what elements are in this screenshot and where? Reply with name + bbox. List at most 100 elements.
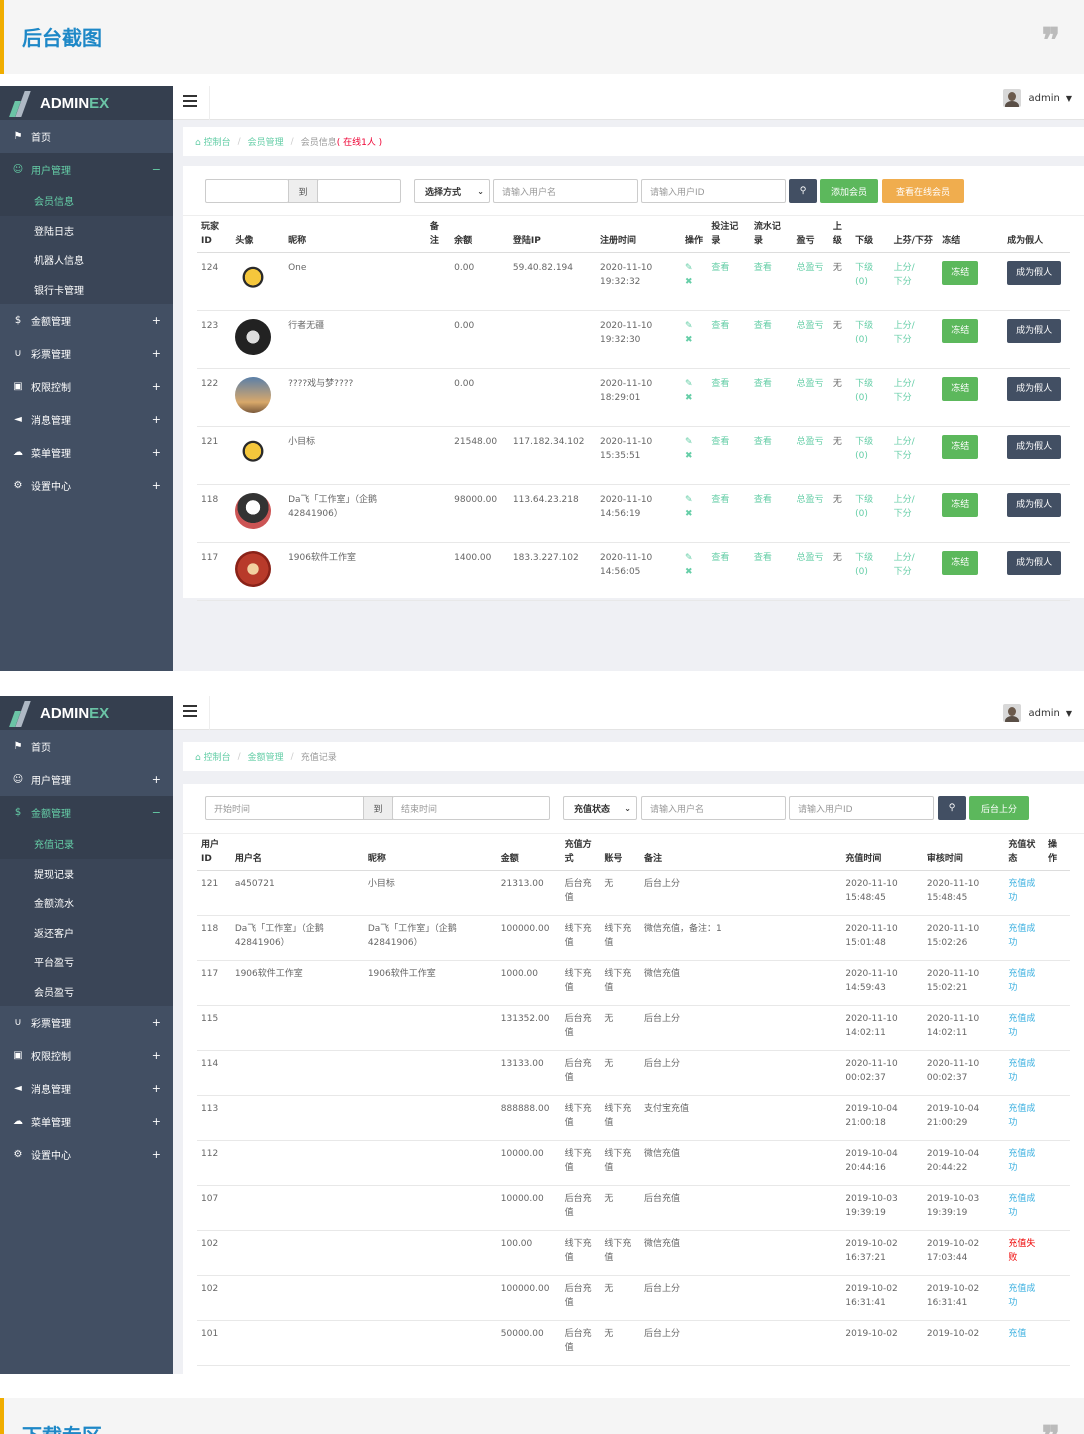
bet-record-link[interactable]: 查看	[707, 426, 750, 485]
sidebar-item[interactable]: 银行卡管理	[0, 274, 173, 304]
sidebar-item[interactable]: $ 金额管理 −	[0, 796, 173, 829]
flow-record-link[interactable]: 查看	[749, 252, 793, 311]
sidebar-item[interactable]: ∪ 彩票管理 +	[0, 337, 173, 370]
score-link[interactable]: 上分/下分	[889, 484, 939, 543]
sidebar-item[interactable]: 登陆日志	[0, 215, 173, 245]
edit-icon[interactable]: ✎	[685, 377, 703, 391]
sidebar-item[interactable]: ⚑ 首页	[0, 120, 173, 153]
sidebar-item[interactable]: 提现记录	[0, 858, 173, 888]
flow-record-link[interactable]: 查看	[749, 426, 793, 485]
bet-record-link[interactable]: 查看	[707, 252, 750, 311]
freeze-button[interactable]: 冻结	[942, 319, 979, 343]
sidebar-item[interactable]: ⚙ 设置中心 +	[0, 469, 173, 502]
end-date-input[interactable]: 结束时间	[392, 796, 550, 820]
topup-button[interactable]: 后台上分	[969, 796, 1029, 820]
edit-icon[interactable]: ✎	[685, 261, 703, 275]
sidebar-item[interactable]: ▣ 权限控制 +	[0, 370, 173, 403]
subordinate-link[interactable]: 下级 (0)	[851, 310, 890, 369]
add-member-button[interactable]: 添加会员	[820, 179, 878, 203]
score-link[interactable]: 上分/下分	[889, 542, 939, 601]
delete-icon[interactable]: ✖	[685, 449, 703, 463]
delete-icon[interactable]: ✖	[685, 391, 703, 405]
sidebar-item[interactable]: 会员盈亏	[0, 976, 173, 1006]
freeze-button[interactable]: 冻结	[942, 493, 979, 517]
profit-loss-link[interactable]: 总盈亏	[792, 368, 829, 427]
make-fake-button[interactable]: 成为假人	[1007, 435, 1062, 459]
view-online-button[interactable]: 查看在线会员	[882, 179, 964, 203]
sidebar-item[interactable]: ∪ 彩票管理 +	[0, 1006, 173, 1039]
score-link[interactable]: 上分/下分	[889, 368, 939, 427]
delete-icon[interactable]: ✖	[685, 275, 703, 289]
sidebar-item[interactable]: 金额流水	[0, 888, 173, 918]
userid-input[interactable]: 请输入用户ID	[641, 179, 786, 203]
breadcrumb-section[interactable]: 金额管理	[248, 750, 284, 763]
sidebar-item[interactable]: ☁ 菜单管理 +	[0, 1105, 173, 1138]
flow-record-link[interactable]: 查看	[749, 484, 793, 543]
userid-input[interactable]: 请输入用户ID	[789, 796, 934, 820]
delete-icon[interactable]: ✖	[685, 507, 703, 521]
make-fake-button[interactable]: 成为假人	[1007, 493, 1062, 517]
flow-record-link[interactable]: 查看	[749, 368, 793, 427]
status-select[interactable]: 充值状态 ⌄	[563, 796, 637, 820]
breadcrumb-home[interactable]: ⌂ 控制台	[195, 750, 231, 763]
make-fake-button[interactable]: 成为假人	[1007, 377, 1062, 401]
freeze-button[interactable]: 冻结	[942, 551, 979, 575]
profit-loss-link[interactable]: 总盈亏	[792, 426, 829, 485]
delete-icon[interactable]: ✖	[685, 333, 703, 347]
sidebar-item[interactable]: ◄ 消息管理 +	[0, 403, 173, 436]
edit-icon[interactable]: ✎	[685, 435, 703, 449]
delete-icon[interactable]: ✖	[685, 565, 703, 579]
username-input[interactable]: 请输入用户名	[493, 179, 638, 203]
logo[interactable]: ADMIN EX	[0, 696, 173, 730]
freeze-button[interactable]: 冻结	[942, 377, 979, 401]
subordinate-link[interactable]: 下级 (0)	[851, 484, 890, 543]
flow-record-link[interactable]: 查看	[749, 542, 793, 601]
sidebar-item[interactable]: 机器人信息	[0, 245, 173, 275]
profit-loss-link[interactable]: 总盈亏	[792, 310, 829, 369]
breadcrumb-home[interactable]: ⌂ 控制台	[195, 135, 231, 148]
search-button[interactable]: ⚲	[938, 796, 966, 820]
start-input[interactable]	[205, 179, 289, 203]
bet-record-link[interactable]: 查看	[707, 310, 750, 369]
freeze-button[interactable]: 冻结	[942, 261, 979, 285]
username-input[interactable]: 请输入用户名	[641, 796, 786, 820]
mode-select[interactable]: 选择方式 ⌄	[414, 179, 490, 203]
bet-record-link[interactable]: 查看	[707, 542, 750, 601]
user-menu[interactable]: admin ▼	[1002, 89, 1072, 107]
search-button[interactable]: ⚲	[789, 179, 817, 203]
profit-loss-link[interactable]: 总盈亏	[792, 252, 829, 311]
sidebar-item[interactable]: ◄ 消息管理 +	[0, 1072, 173, 1105]
sidebar-item[interactable]: 平台盈亏	[0, 947, 173, 977]
menu-toggle-icon[interactable]	[183, 705, 197, 717]
subordinate-link[interactable]: 下级 (0)	[851, 252, 890, 311]
bet-record-link[interactable]: 查看	[707, 368, 750, 427]
logo[interactable]: ADMIN EX	[0, 86, 173, 120]
make-fake-button[interactable]: 成为假人	[1007, 261, 1062, 285]
sidebar-item[interactable]: $ 金额管理 +	[0, 304, 173, 337]
edit-icon[interactable]: ✎	[685, 551, 703, 565]
sidebar-item[interactable]: ☺ 用户管理 −	[0, 153, 173, 186]
sidebar-item[interactable]: ⚙ 设置中心 +	[0, 1138, 173, 1171]
make-fake-button[interactable]: 成为假人	[1007, 319, 1062, 343]
bet-record-link[interactable]: 查看	[707, 484, 750, 543]
start-date-input[interactable]: 开始时间	[205, 796, 365, 820]
sidebar-item[interactable]: 会员信息	[0, 186, 173, 216]
score-link[interactable]: 上分/下分	[889, 310, 939, 369]
menu-toggle-icon[interactable]	[183, 95, 197, 107]
sidebar-item[interactable]: 充值记录	[0, 829, 173, 859]
edit-icon[interactable]: ✎	[685, 493, 703, 507]
subordinate-link[interactable]: 下级 (0)	[851, 542, 890, 601]
sidebar-item[interactable]: ▣ 权限控制 +	[0, 1039, 173, 1072]
profit-loss-link[interactable]: 总盈亏	[792, 484, 829, 543]
sidebar-item[interactable]: 返还客户	[0, 917, 173, 947]
edit-icon[interactable]: ✎	[685, 319, 703, 333]
make-fake-button[interactable]: 成为假人	[1007, 551, 1062, 575]
score-link[interactable]: 上分/下分	[889, 426, 939, 485]
sidebar-item[interactable]: ⚑ 首页	[0, 730, 173, 763]
subordinate-link[interactable]: 下级 (0)	[851, 426, 890, 485]
breadcrumb-section[interactable]: 会员管理	[248, 135, 284, 148]
freeze-button[interactable]: 冻结	[942, 435, 979, 459]
profit-loss-link[interactable]: 总盈亏	[792, 542, 829, 601]
end-input[interactable]	[317, 179, 401, 203]
user-menu[interactable]: admin ▼	[1002, 704, 1072, 722]
